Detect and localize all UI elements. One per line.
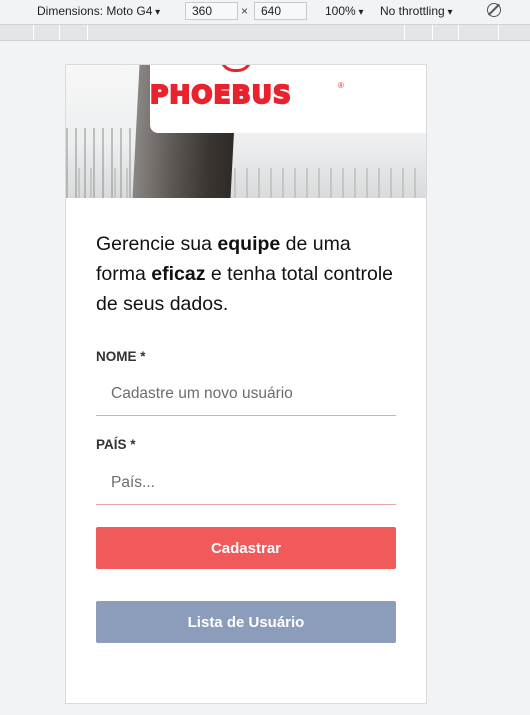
brand-logo-text: PHOEBUS xyxy=(149,79,292,110)
ruler-tick xyxy=(458,25,459,40)
ruler-tick xyxy=(33,25,34,40)
intro-highlight: eficaz xyxy=(151,263,206,285)
country-label: PAÍS * xyxy=(96,437,136,452)
rotate-icon[interactable] xyxy=(487,3,501,17)
logo-swoosh-icon xyxy=(220,65,252,72)
country-field xyxy=(96,463,396,505)
hero-background-detail xyxy=(66,168,426,198)
dimension-separator: × xyxy=(241,4,249,18)
name-label: NOME * xyxy=(96,349,146,364)
main-content: Gerencie sua equipe de uma forma eficaz … xyxy=(96,229,396,643)
hero-image: PHOEBUS ® xyxy=(66,65,426,198)
user-list-button[interactable]: Lista de Usuário xyxy=(96,601,396,643)
viewport-width-input[interactable]: 360 xyxy=(185,2,238,20)
throttling-select[interactable]: No throttling xyxy=(380,4,453,18)
country-input[interactable] xyxy=(96,463,396,503)
media-query-ruler xyxy=(0,25,530,41)
name-input[interactable] xyxy=(96,374,396,414)
ruler-tick xyxy=(59,25,60,40)
device-viewport: PHOEBUS ® Gerencie sua equipe de uma for… xyxy=(65,64,427,704)
devtools-device-toolbar: Dimensions: Moto G4 360 × 640 100% No th… xyxy=(0,0,530,25)
brand-logo: PHOEBUS xyxy=(149,79,292,110)
intro-text-part: Gerencie sua xyxy=(96,233,218,255)
intro-highlight: equipe xyxy=(217,233,281,255)
intro-text: Gerencie sua equipe de uma forma eficaz … xyxy=(96,229,396,319)
device-select[interactable]: Dimensions: Moto G4 xyxy=(37,4,160,18)
ruler-tick xyxy=(404,25,405,40)
logo-container: PHOEBUS ® xyxy=(149,65,426,133)
ruler-tick xyxy=(87,25,88,40)
zoom-select[interactable]: 100% xyxy=(325,4,364,18)
ruler-tick xyxy=(498,25,499,40)
register-button[interactable]: Cadastrar xyxy=(96,527,396,569)
registered-mark: ® xyxy=(338,81,344,90)
viewport-height-input[interactable]: 640 xyxy=(254,2,307,20)
ruler-tick xyxy=(432,25,433,40)
name-field xyxy=(96,374,396,416)
